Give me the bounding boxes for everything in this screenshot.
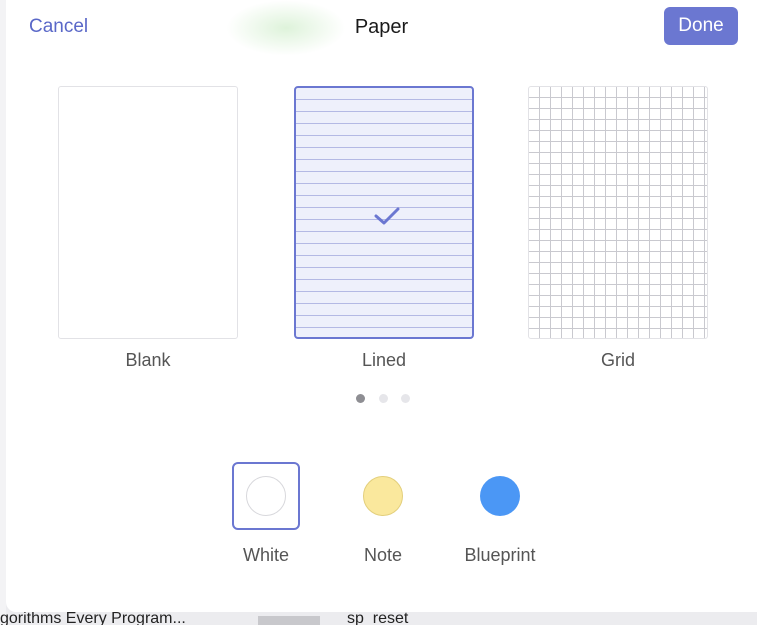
note-swatch <box>363 476 403 516</box>
sheet-title: Paper <box>354 16 409 38</box>
sheet-header: Cancel Paper Done <box>6 0 757 56</box>
done-button[interactable]: Done <box>664 7 738 45</box>
paper-option-blank[interactable] <box>58 86 238 339</box>
checkmark-icon <box>374 207 400 225</box>
color-label-blueprint: Blueprint <box>464 545 536 565</box>
color-label-note: Note <box>363 545 403 565</box>
paper-option-grid[interactable] <box>528 86 708 339</box>
color-option-white[interactable] <box>232 462 300 530</box>
paper-label-lined: Lined <box>361 350 407 370</box>
page-dot-1[interactable] <box>356 394 365 403</box>
background-document-title: gorithms Every Program... <box>0 610 186 625</box>
white-swatch <box>246 476 286 516</box>
blueprint-swatch <box>480 476 520 516</box>
paper-picker-sheet: Cancel Paper Done Blank Lined Grid White… <box>6 0 757 612</box>
page-indicator <box>6 394 757 404</box>
background-document-name: sp_reset <box>347 610 409 625</box>
page-dot-2[interactable] <box>379 394 388 403</box>
page-dot-3[interactable] <box>401 394 410 403</box>
color-option-blueprint[interactable] <box>466 462 534 530</box>
background-bar <box>258 616 320 625</box>
paper-option-lined[interactable] <box>294 86 474 339</box>
paper-label-blank: Blank <box>125 350 171 370</box>
color-option-note[interactable] <box>349 462 417 530</box>
paper-label-grid: Grid <box>600 350 635 370</box>
color-label-white: White <box>242 545 289 565</box>
